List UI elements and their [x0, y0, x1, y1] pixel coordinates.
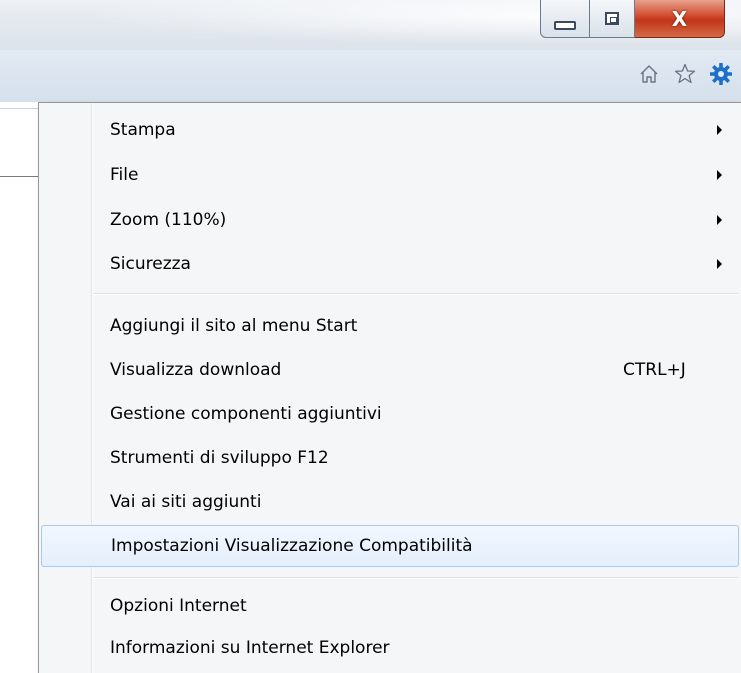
menu-item-pinned-sites[interactable]: Vai ai siti aggiunti: [41, 481, 739, 523]
page-edge: [0, 108, 40, 109]
browser-toolbar: [0, 50, 741, 102]
page-divider: [0, 176, 40, 177]
menu-item-label: Strumenti di sviluppo F12: [110, 448, 329, 468]
menu-item-label: Impostazioni Visualizzazione Compatibili…: [111, 536, 473, 556]
menu-item-add-site-to-start[interactable]: Aggiungi il sito al menu Start: [41, 305, 739, 347]
favorites-star-icon[interactable]: [673, 62, 697, 86]
menu-item-label: File: [110, 165, 139, 185]
submenu-arrow-icon: [717, 259, 722, 269]
home-icon[interactable]: [637, 62, 661, 86]
restore-button[interactable]: [590, 0, 635, 38]
window-caption-buttons: X: [540, 0, 740, 42]
menu-item-shortcut: CTRL+J: [623, 360, 686, 380]
menu-item-compatibility-view-settings[interactable]: Impostazioni Visualizzazione Compatibili…: [41, 525, 739, 567]
menu-item-manage-addons[interactable]: Gestione componenti aggiuntivi: [41, 393, 739, 435]
minimize-button[interactable]: [540, 0, 590, 38]
tools-gear-icon[interactable]: [709, 62, 733, 86]
command-icons: [637, 62, 733, 86]
minimize-icon: [554, 21, 576, 30]
menu-item-security[interactable]: Sicurezza: [41, 243, 739, 285]
close-icon: X: [671, 6, 688, 31]
menu-item-label: Aggiungi il sito al menu Start: [110, 316, 358, 336]
menu-item-about-ie[interactable]: Informazioni su Internet Explorer: [41, 627, 739, 669]
menu-item-label: Vai ai siti aggiunti: [110, 492, 262, 512]
menu-item-label: Gestione componenti aggiuntivi: [110, 404, 382, 424]
menu-item-internet-options[interactable]: Opzioni Internet: [41, 585, 739, 627]
close-button[interactable]: X: [635, 0, 725, 38]
menu-item-view-downloads[interactable]: Visualizza download CTRL+J: [41, 349, 739, 391]
menu-item-label: Informazioni su Internet Explorer: [110, 638, 390, 658]
menu-item-label: Sicurezza: [110, 254, 191, 274]
menu-item-label: Zoom (110%): [110, 210, 227, 230]
submenu-arrow-icon: [717, 170, 722, 180]
submenu-arrow-icon: [717, 125, 722, 135]
restore-icon: [605, 12, 619, 25]
menu-item-file[interactable]: File: [41, 154, 739, 196]
menu-separator: [94, 577, 739, 579]
window-title-bar: X: [0, 0, 741, 50]
menu-item-label: Stampa: [110, 120, 176, 140]
menu-item-print[interactable]: Stampa: [41, 109, 739, 151]
menu-item-zoom[interactable]: Zoom (110%): [41, 199, 739, 241]
menu-item-developer-tools[interactable]: Strumenti di sviluppo F12: [41, 437, 739, 479]
menu-item-label: Visualizza download: [110, 360, 282, 380]
submenu-arrow-icon: [717, 215, 722, 225]
menu-separator: [94, 293, 739, 295]
tools-menu: Stampa File Zoom (110%) Sicurezza Aggiun…: [38, 102, 741, 673]
menu-item-label: Opzioni Internet: [110, 596, 247, 616]
